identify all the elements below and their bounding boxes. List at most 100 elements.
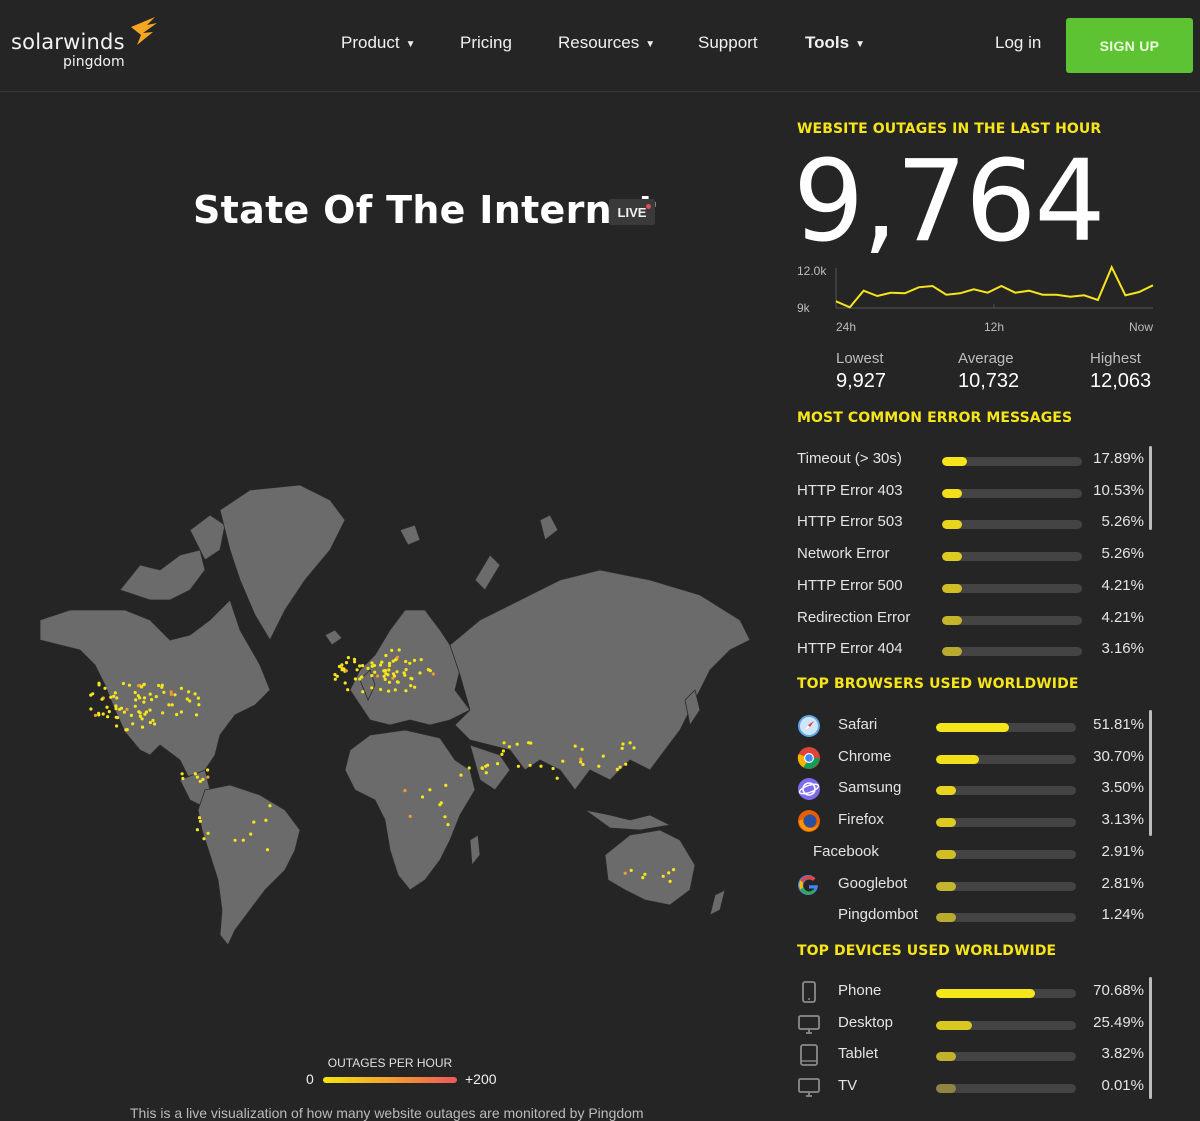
arctic-islands xyxy=(119,549,206,601)
outage-dot xyxy=(201,777,205,781)
outage-dot xyxy=(395,680,399,684)
outage-dot xyxy=(252,820,256,824)
row-bar-track xyxy=(936,786,1076,796)
row-label: HTTP Error 404 xyxy=(797,640,903,658)
outage-dot xyxy=(136,684,141,688)
row-bar-track xyxy=(936,1052,1076,1062)
outage-dot xyxy=(380,660,384,664)
signup-button[interactable]: SIGN UP xyxy=(1066,18,1193,73)
outage-dot xyxy=(93,713,98,717)
devices-scrollbar[interactable] xyxy=(1149,977,1152,1099)
row-percentage: 3.16% xyxy=(1101,640,1144,658)
outage-dot xyxy=(127,683,132,687)
page-title: State Of The Internet xyxy=(193,188,657,232)
solarwinds-pingdom-logo[interactable]: solarwinds pingdom xyxy=(11,17,161,77)
outage-dot xyxy=(431,672,435,676)
row-bar-fill xyxy=(936,913,956,923)
outage-dot xyxy=(579,760,583,764)
safari-icon xyxy=(797,714,821,738)
outage-dot xyxy=(459,773,463,777)
world-outage-map[interactable] xyxy=(30,470,760,950)
outage-dot xyxy=(337,664,342,669)
live-badge-text: LIVE xyxy=(617,204,647,220)
outage-dot xyxy=(195,828,199,832)
outage-dot xyxy=(426,668,430,672)
errors-scrollbar[interactable] xyxy=(1149,446,1152,530)
map-land xyxy=(39,484,751,946)
samsung-internet-icon xyxy=(797,777,821,801)
nav-product-label: Product xyxy=(341,33,400,52)
row-bar-track xyxy=(936,881,1076,891)
row-percentage: 51.81% xyxy=(1093,716,1144,733)
row-percentage: 4.21% xyxy=(1101,576,1144,594)
outage-dot xyxy=(404,668,408,672)
outage-dot xyxy=(370,661,374,665)
nav-tools[interactable]: Tools ▼ xyxy=(805,33,865,53)
row-label: HTTP Error 503 xyxy=(797,513,903,531)
row-bar-fill xyxy=(942,552,962,562)
nav-pricing[interactable]: Pricing xyxy=(460,33,512,53)
outage-dot xyxy=(387,689,391,693)
chrome-icon xyxy=(797,746,821,770)
outage-dot xyxy=(131,722,135,726)
outage-dot xyxy=(581,762,585,767)
outage-dot xyxy=(580,747,584,751)
outage-dot xyxy=(444,783,448,787)
row-bar-track xyxy=(936,1084,1076,1094)
outage-dot xyxy=(632,746,636,750)
outage-dot xyxy=(144,710,149,714)
row-label: Pingdombot xyxy=(838,906,919,924)
row-label: Tablet xyxy=(838,1045,879,1063)
nav-resources[interactable]: Resources ▼ xyxy=(558,33,655,53)
outage-dot xyxy=(667,871,671,875)
row-bar-track xyxy=(936,849,1076,859)
browsers-scrollbar[interactable] xyxy=(1149,710,1152,836)
outage-dot xyxy=(383,668,387,673)
browsers-row: Googlebot 2.81% xyxy=(797,872,1157,898)
outage-dot xyxy=(202,837,206,841)
outage-dot xyxy=(346,656,350,660)
row-bar-fill xyxy=(942,520,962,530)
outages-section-title: WEBSITE OUTAGES IN THE LAST HOUR xyxy=(797,121,1102,137)
x-label-12h: 12h xyxy=(984,320,1004,334)
tv-icon xyxy=(797,1075,821,1099)
row-bar-track xyxy=(936,913,1076,923)
stat-average: Average 10,732 xyxy=(958,350,1019,393)
outage-dot xyxy=(195,775,199,779)
outage-dot xyxy=(516,764,520,768)
nav-product[interactable]: Product ▼ xyxy=(341,33,416,53)
outages-sparkline[interactable]: 12.0k 9k 24h 12h Now xyxy=(797,258,1157,338)
row-label: HTTP Error 403 xyxy=(797,481,903,499)
outage-dot xyxy=(101,712,105,716)
row-bar-track xyxy=(936,723,1076,732)
errors-row: HTTP Error 403 10.53% xyxy=(797,479,1157,505)
iceland xyxy=(324,629,343,646)
outage-dot xyxy=(136,694,140,698)
errors-row: HTTP Error 503 5.26% xyxy=(797,510,1157,536)
outage-dot xyxy=(343,681,347,685)
stat-highest: Highest 12,063 xyxy=(1090,350,1151,393)
outage-dot xyxy=(395,655,399,659)
outage-dot xyxy=(621,742,625,746)
row-bar-track xyxy=(942,457,1082,466)
outage-dot xyxy=(409,676,413,680)
row-bar-track xyxy=(942,583,1082,593)
row-label: Desktop xyxy=(838,1013,894,1031)
nav-support[interactable]: Support xyxy=(698,33,758,53)
outage-dot xyxy=(403,789,407,793)
row-bar-fill xyxy=(936,1052,956,1062)
outage-dot xyxy=(264,818,268,822)
outage-dot xyxy=(393,688,397,692)
outage-dot xyxy=(438,803,442,807)
row-label: Phone xyxy=(838,982,882,999)
errors-row: Network Error 5.26% xyxy=(797,542,1157,568)
outage-dot xyxy=(133,690,137,695)
login-link[interactable]: Log in xyxy=(995,33,1041,53)
outage-dot xyxy=(620,746,624,750)
row-bar-fill xyxy=(936,1084,956,1094)
outage-dot xyxy=(179,686,183,690)
outage-dot xyxy=(133,704,137,708)
outage-dot xyxy=(157,683,161,688)
outage-dot xyxy=(379,687,383,692)
outage-dot xyxy=(173,693,177,697)
